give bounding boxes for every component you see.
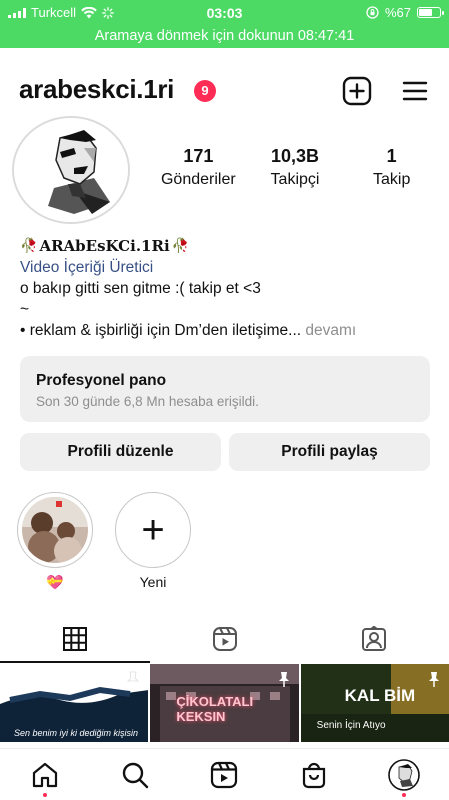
post-subcaption: Senin İçin Atıyo: [316, 720, 386, 731]
profile-tabs: [0, 616, 449, 663]
grid-icon: [62, 627, 87, 651]
bio-line: ~: [20, 301, 30, 318]
posts-count[interactable]: 171 Gönderiler: [150, 146, 247, 189]
create-post-button[interactable]: [342, 76, 372, 106]
highlight-label: 💝: [46, 574, 64, 590]
tab-tagged[interactable]: [299, 616, 449, 662]
display-name-text: ARAbEsKCi.1Ri: [39, 237, 170, 255]
hamburger-menu-icon: [402, 81, 428, 101]
reels-icon: [212, 627, 237, 651]
tab-reels[interactable]: [150, 616, 300, 662]
pin-icon: [127, 671, 140, 687]
post-thumbnail[interactable]: ÇİKOLATALI KEKSIN: [150, 664, 299, 742]
following-count-label: Takip: [373, 171, 411, 188]
dashboard-subtitle: Son 30 günde 6,8 Mn hesaba erişildi.: [36, 394, 259, 409]
nav-reels[interactable]: [204, 755, 244, 795]
profile-bio: 🥀 ARAbEsKCi.1Ri 🥀 Video İçeriği Üretici …: [20, 236, 430, 341]
highlight-cover-image: [22, 497, 88, 563]
rose-icon: 🥀: [20, 238, 38, 254]
nav-profile[interactable]: [384, 755, 424, 797]
post-thumbnail[interactable]: KAL BİM Senin İçin Atıyo: [300, 664, 449, 742]
search-icon: [122, 762, 148, 788]
nav-home[interactable]: [25, 755, 65, 797]
profile-stats: 171 Gönderiler 10,3B Takipçi 1 Takip: [150, 146, 440, 189]
post-thumbnail[interactable]: Sen benim iyi ki dediğim kişisin: [0, 664, 149, 742]
profile-category[interactable]: Video İçeriği Üretici: [20, 257, 430, 278]
post-caption: Sen benim iyi ki dediğim kişisin: [14, 728, 139, 738]
more-link[interactable]: devamı: [305, 322, 356, 339]
nav-search[interactable]: [115, 755, 155, 795]
tab-posts-grid[interactable]: [0, 616, 150, 663]
shop-icon: [303, 762, 326, 788]
followers-count-label: Takipçi: [270, 171, 320, 188]
posts-count-value: 171: [183, 146, 214, 166]
post-caption: ÇİKOLATALI KEKSIN: [176, 694, 254, 724]
dashboard-title: Profesyonel pano: [36, 372, 167, 389]
username-title[interactable]: arabeskci.1ri: [19, 74, 174, 105]
new-highlight-label: Yeni: [139, 574, 167, 590]
home-icon: [32, 762, 57, 787]
reels-icon: [211, 761, 238, 788]
rose-icon: 🥀: [171, 238, 190, 254]
bio-line: o bakıp gitti sen gitme :( takip et <3: [20, 280, 261, 297]
orientation-lock-icon: [366, 6, 379, 19]
profile-avatar[interactable]: [12, 116, 130, 228]
pin-icon: [278, 672, 289, 687]
profile-notification-dot: [402, 792, 407, 797]
menu-button[interactable]: [400, 76, 430, 106]
share-profile-button[interactable]: Profili paylaş: [229, 433, 430, 471]
following-count[interactable]: 1 Takip: [343, 146, 440, 189]
battery-percent: %67: [384, 5, 411, 20]
new-highlight-button[interactable]: + Yeni: [114, 492, 192, 590]
followers-count[interactable]: 10,3B Takipçi: [247, 146, 344, 189]
battery-icon: [417, 7, 444, 18]
plus-square-icon: [342, 76, 372, 106]
status-bar: Turkcell 03:03 %67: [0, 0, 449, 26]
bio-line: • reklam & işbirliği için Dm’den iletişi…: [20, 320, 430, 341]
display-name: 🥀 ARAbEsKCi.1Ri 🥀: [20, 236, 430, 257]
posts-grid: Sen benim iyi ki dediğim kişisin ÇİKOLAT…: [0, 664, 449, 742]
plus-icon: +: [141, 508, 165, 552]
post-caption: KAL BİM: [344, 686, 416, 705]
story-highlight[interactable]: 💝: [16, 492, 94, 591]
followers-count-value: 10,3B: [270, 146, 320, 166]
profile-avatar: [388, 758, 420, 791]
bottom-navigation: [0, 748, 449, 800]
return-to-call-banner[interactable]: Aramaya dönmek için dokunun 08:47:41: [0, 26, 449, 48]
home-notification-dot: [42, 792, 47, 797]
bio-line-text: • reklam & işbirliği için Dm’den iletişi…: [20, 322, 302, 339]
pin-icon: [428, 672, 439, 687]
tagged-icon: [362, 626, 387, 651]
nav-shop[interactable]: [294, 755, 334, 795]
profile-header: arabeskci.1ri 9: [0, 60, 449, 120]
profile-action-buttons: Profili düzenle Profili paylaş: [20, 433, 430, 471]
following-count-value: 1: [386, 146, 397, 166]
notification-badge[interactable]: 9: [194, 80, 216, 102]
profile-picture: [14, 118, 128, 222]
professional-dashboard[interactable]: Profesyonel pano Son 30 günde 6,8 Mn hes…: [20, 356, 430, 422]
posts-count-label: Gönderiler: [160, 171, 236, 188]
edit-profile-button[interactable]: Profili düzenle: [20, 433, 221, 471]
